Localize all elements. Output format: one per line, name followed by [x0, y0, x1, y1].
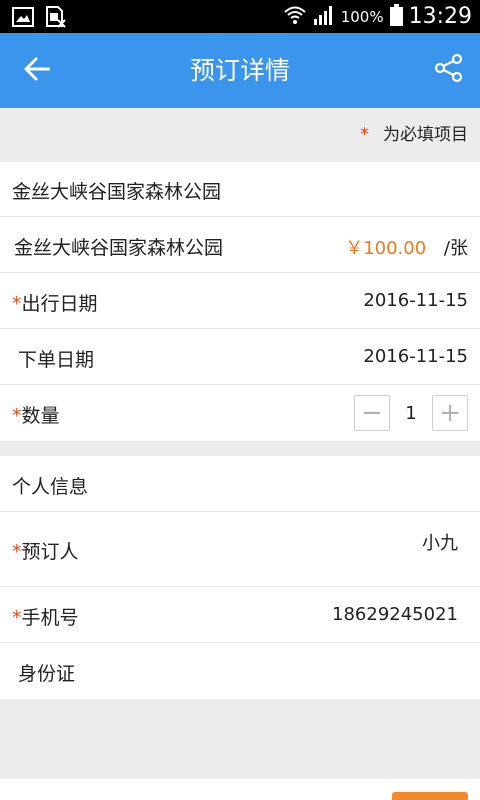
status-bar-left [12, 6, 66, 32]
id-card-row[interactable]: 身份证 [0, 643, 480, 699]
ticket-price-group: ￥100.00 /张 [345, 234, 468, 260]
sim-card-icon [44, 6, 66, 32]
phone-row[interactable]: *手机号 18629245021 [0, 587, 480, 643]
required-star: * [12, 405, 22, 427]
ticket-name: 金丝大峡谷国家森林公园 [14, 237, 224, 259]
page-title: 预订详情 [189, 56, 290, 85]
share-icon [434, 53, 464, 87]
order-date-row: 下单日期 2016-11-15 [0, 329, 480, 385]
required-star: * [12, 541, 22, 563]
quantity-label-group: *数量 [12, 401, 60, 428]
ticket-unit: /张 [443, 238, 468, 259]
quantity-row: *数量 − 1 + [0, 385, 480, 442]
battery-icon [389, 3, 403, 30]
park-name: 金丝大峡谷国家森林公园 [12, 181, 222, 203]
section-divider [0, 442, 480, 456]
travel-date-row[interactable]: *出行日期 2016-11-15 [0, 273, 480, 329]
quantity-label: 数量 [21, 405, 60, 427]
park-name-row: 金丝大峡谷国家森林公园 [0, 162, 480, 217]
page-bottom-space [0, 699, 480, 779]
order-date-value: 2016-11-15 [363, 346, 468, 367]
ticket-price: ￥100.00 [345, 238, 427, 259]
required-fields-note: * 为必填项目 [0, 108, 480, 162]
booker-row[interactable]: *预订人 小九 [0, 512, 480, 587]
travel-date-label-group: *出行日期 [12, 289, 98, 316]
wifi-icon [283, 4, 307, 30]
personal-info-title: 个人信息 [12, 476, 89, 498]
travel-date-value[interactable]: 2016-11-15 [363, 290, 468, 311]
ticket-row: 金丝大峡谷国家森林公园 ￥100.00 /张 [0, 217, 480, 273]
required-star: * [360, 124, 369, 145]
phone-label: 手机号 [21, 607, 79, 629]
status-bar: 100% 13:29 [0, 0, 480, 33]
share-button[interactable] [432, 53, 466, 87]
status-bar-right: 100% 13:29 [283, 0, 472, 33]
personal-info-header: 个人信息 [0, 456, 480, 512]
quantity-stepper: − 1 + [354, 395, 468, 431]
phone-label-group: *手机号 [12, 603, 79, 630]
travel-date-label: 出行日期 [21, 293, 98, 315]
required-star: * [12, 293, 22, 315]
clock-time: 13:29 [408, 4, 472, 29]
quantity-value: 1 [405, 402, 417, 424]
order-date-label: 下单日期 [18, 349, 95, 371]
booker-label: 预订人 [21, 541, 79, 563]
screenshot-icon [12, 7, 34, 31]
signal-icon [313, 4, 335, 30]
required-note-text: 为必填项目 [383, 125, 468, 145]
submit-order-button[interactable] [392, 792, 468, 800]
id-card-label: 身份证 [18, 663, 76, 685]
battery-percent: 100% [340, 7, 384, 26]
app-header: 预订详情 [0, 33, 480, 108]
decrease-quantity-button[interactable]: − [354, 395, 390, 431]
required-star: * [12, 607, 22, 629]
phone-value[interactable]: 18629245021 [332, 604, 458, 625]
booker-label-group: *预订人 [12, 537, 79, 564]
increase-quantity-button[interactable]: + [432, 395, 468, 431]
booker-value[interactable]: 小九 [422, 529, 458, 555]
